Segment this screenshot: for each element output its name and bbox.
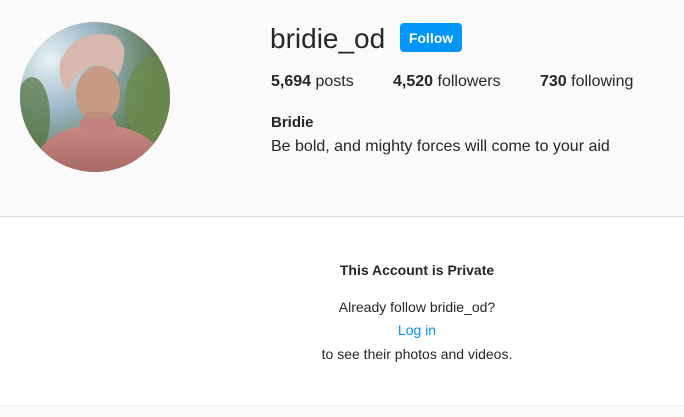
avatar-photo <box>20 22 170 172</box>
bottom-strip <box>0 405 684 417</box>
following-label: following <box>566 73 634 90</box>
private-account-title: This Account is Private <box>339 262 495 278</box>
profile-username: bridie_od <box>270 23 386 54</box>
posts-count: 5,694 <box>271 73 312 90</box>
see-photos-text: to see their photos and videos. <box>321 346 513 362</box>
posts-label: posts <box>311 73 354 90</box>
already-follow-text: Already follow bridie_od? <box>338 299 496 315</box>
profile-avatar[interactable] <box>20 22 170 172</box>
profile-bio: Be bold, and mighty forces will come to … <box>271 138 610 155</box>
stat-followers[interactable]: 4,520 followers <box>393 72 501 92</box>
profile-header: bridie_od Follow 5,694 posts 4,520 follo… <box>0 0 684 216</box>
followers-count: 4,520 <box>393 73 434 90</box>
stat-posts: 5,694 posts <box>271 72 354 92</box>
private-account-panel: This Account is Private Already follow b… <box>0 217 684 405</box>
follow-button[interactable]: Follow <box>400 23 462 52</box>
login-link[interactable]: Log in <box>0 321 684 339</box>
stat-following[interactable]: 730 following <box>540 72 633 92</box>
profile-full-name: Bridie <box>271 114 314 131</box>
profile-page: bridie_od Follow 5,694 posts 4,520 follo… <box>0 0 684 417</box>
followers-label: followers <box>433 73 501 90</box>
following-count: 730 <box>540 73 567 90</box>
